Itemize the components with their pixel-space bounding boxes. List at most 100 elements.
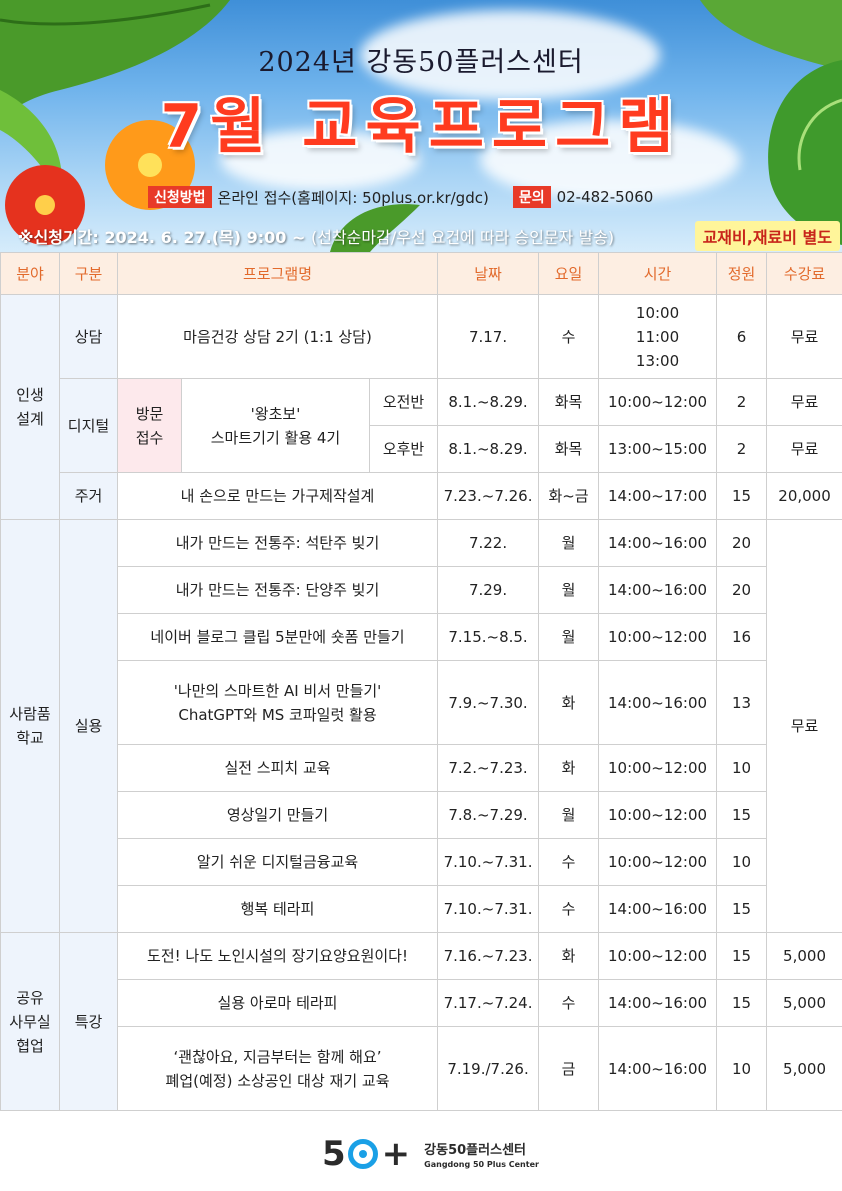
program-day: 수 [538, 979, 600, 1027]
program-capacity: 13 [716, 660, 768, 745]
program-name: 도전! 나도 노인시설의 장기요양요원이다! [116, 932, 439, 980]
category-digital: 디지털 [59, 378, 118, 473]
program-name: '왕초보' 스마트기기 활용 4기 [181, 378, 370, 473]
col-header-program: 프로그램명 [116, 252, 439, 295]
program-time: 10:00~12:00 [598, 613, 718, 661]
program-time: 14:00~16:00 [598, 1026, 718, 1111]
program-capacity: 20 [716, 519, 768, 567]
program-capacity: 15 [716, 979, 768, 1027]
program-capacity: 2 [716, 425, 768, 473]
program-date: 7.19./7.26. [437, 1026, 540, 1111]
visit-registration: 방문 접수 [117, 378, 182, 473]
program-fee: 5,000 [766, 979, 842, 1027]
program-session: 오후반 [368, 425, 439, 473]
apply-period-label: ※신청기간: 2024. 6. 27.(목) 9:00 ~ [18, 228, 306, 247]
table-row: 내가 만드는 전통주: 단양주 빚기 7.29. 월 14:00~16:00 2… [1, 566, 842, 614]
table-row: 인생 설계 상담 마음건강 상담 2기 (1:1 상담) 7.17. 수 10:… [0, 294, 842, 520]
program-day: 화목 [538, 425, 600, 473]
poster-title: 7월 교육프로그램 [160, 92, 682, 162]
program-time: 10:00~12:00 [598, 838, 718, 886]
apply-info: 신청방법 온라인 접수(홈페이지: 50plus.or.kr/gdc) 문의 0… [148, 186, 653, 208]
program-day: 월 [538, 566, 600, 614]
program-time: 10:00~12:00 [598, 932, 718, 980]
poster-header: 2024년 강동50플러스센터 7월 교육프로그램 신청방법 온라인 접수(홈페… [0, 0, 842, 252]
program-capacity: 16 [716, 613, 768, 661]
apply-period-note: (선착순마감/우선 요건에 따라 승인문자 발송) [310, 228, 615, 247]
category-practical: 실용 [59, 519, 118, 933]
program-fee: 5,000 [766, 1026, 842, 1111]
program-day: 금 [538, 1026, 600, 1111]
table-row: 알기 쉬운 디지털금융교육 7.10.~7.31. 수 10:00~12:00 … [1, 838, 842, 886]
program-name: 내 손으로 만드는 가구제작설계 [116, 472, 439, 520]
col-header-day: 요일 [538, 252, 600, 295]
program-date: 7.16.~7.23. [437, 932, 540, 980]
program-day: 화목 [538, 378, 600, 426]
program-fee: 무료 [766, 425, 842, 473]
table-row: 실용 아로마 테라피 7.17.~7.24. 수 14:00~16:00 15 … [1, 979, 842, 1027]
program-time: 14:00~16:00 [598, 566, 718, 614]
program-date: 7.23.~7.26. [437, 472, 540, 520]
col-header-field: 분야 [0, 252, 60, 295]
program-table: 분야 구분 프로그램명 날짜 요일 시간 정원 수강료 인생 설계 상담 마음건… [0, 252, 842, 1111]
program-name: 실전 스피치 교육 [116, 744, 439, 792]
col-header-date: 날짜 [437, 252, 540, 295]
logo-text: 강동50플러스센터 Gangdong 50 Plus Center [424, 1139, 539, 1169]
col-header-capacity: 정원 [716, 252, 768, 295]
logo-mark: 5 + [322, 1134, 410, 1174]
program-name: 내가 만드는 전통주: 단양주 빚기 [116, 566, 439, 614]
poster-subtitle: 2024년 강동50플러스센터 [258, 47, 584, 78]
program-fee: 무료 [766, 294, 842, 379]
program-time: 10:00~12:00 [598, 791, 718, 839]
program-day: 화 [538, 932, 600, 980]
table-row: 영상일기 만들기 7.8.~7.29. 월 10:00~12:00 15 [1, 791, 842, 839]
program-time: 10:00~12:00 [598, 378, 718, 426]
category-special-lecture: 특강 [59, 932, 118, 1111]
program-date: 7.10.~7.31. [437, 838, 540, 886]
program-date: 7.9.~7.30. [437, 660, 540, 745]
col-header-time: 시간 [598, 252, 718, 295]
inquiry-tag: 문의 [512, 186, 551, 208]
program-capacity: 15 [716, 885, 768, 933]
program-fee: 20,000 [766, 472, 842, 520]
table-row: 행복 테라피 7.10.~7.31. 수 14:00~16:00 15 [1, 885, 842, 933]
org-name-korean: 강동50플러스센터 [424, 1143, 526, 1158]
program-capacity: 10 [716, 1026, 768, 1111]
table-row: ‘괜찮아요, 지금부터는 함께 해요’ 폐업(예정) 소상공인 대상 재기 교육… [1, 1026, 842, 1111]
program-capacity: 10 [716, 744, 768, 792]
table-row: 네이버 블로그 클립 5분만에 숏폼 만들기 7.15.~8.5. 월 10:0… [1, 613, 842, 661]
col-header-category: 구분 [59, 252, 118, 295]
apply-method-tag: 신청방법 [148, 186, 212, 208]
program-fee: 무료 [766, 519, 842, 933]
table-header-row: 분야 구분 프로그램명 날짜 요일 시간 정원 수강료 [0, 252, 842, 295]
program-capacity: 6 [716, 294, 768, 379]
table-row: 사람품 학교 실용 내가 만드는 전통주: 석탄주 빚기 7.22. 월 14:… [0, 519, 842, 933]
table-row: 공유 사무실 협업 특강 도전! 나도 노인시설의 장기요양요원이다! 7.16… [0, 932, 842, 1111]
table-row: '나만의 스마트한 AI 비서 만들기' ChatGPT와 MS 코파일럿 활용… [1, 660, 842, 745]
hibiscus-center [35, 195, 55, 215]
logo-ring-icon [347, 1139, 378, 1169]
program-date: 7.8.~7.29. [437, 791, 540, 839]
inquiry-value: 02-482-5060 [556, 188, 654, 206]
col-header-fee: 수강료 [766, 252, 842, 295]
program-name: 마음건강 상담 2기 (1:1 상담) [116, 294, 439, 379]
program-name: 내가 만드는 전통주: 석탄주 빚기 [116, 519, 439, 567]
poster-footer: 5 + 강동50플러스센터 Gangdong 50 Plus Center [0, 1114, 842, 1191]
program-fee: 무료 [766, 378, 842, 426]
program-capacity: 10 [716, 838, 768, 886]
program-day: 화~금 [538, 472, 600, 520]
program-day: 월 [538, 791, 600, 839]
program-day: 수 [538, 885, 600, 933]
program-name: 네이버 블로그 클립 5분만에 숏폼 만들기 [116, 613, 439, 661]
logo-five: 5 [322, 1134, 346, 1174]
program-table-wrapper: 분야 구분 프로그램명 날짜 요일 시간 정원 수강료 인생 설계 상담 마음건… [0, 252, 842, 1111]
apply-method-value: 온라인 접수(홈페이지: 50plus.or.kr/gdc) [217, 188, 489, 207]
table-row: 디지털 방문 접수 '왕초보' 스마트기기 활용 4기 오전반 8.1.~8.2… [1, 378, 842, 473]
program-time: 14:00~16:00 [598, 885, 718, 933]
program-name: ‘괜찮아요, 지금부터는 함께 해요’ 폐업(예정) 소상공인 대상 재기 교육 [116, 1026, 439, 1111]
program-name: '나만의 스마트한 AI 비서 만들기' ChatGPT와 MS 코파일럿 활용 [116, 660, 439, 745]
field-people-school: 사람품 학교 [0, 519, 60, 933]
program-time: 14:00~16:00 [598, 519, 718, 567]
center-logo: 5 + 강동50플러스센터 Gangdong 50 Plus Center [322, 1134, 539, 1174]
fee-notice-badge: 교재비,재료비 별도 [694, 221, 840, 251]
org-name-english: Gangdong 50 Plus Center [424, 1160, 539, 1169]
